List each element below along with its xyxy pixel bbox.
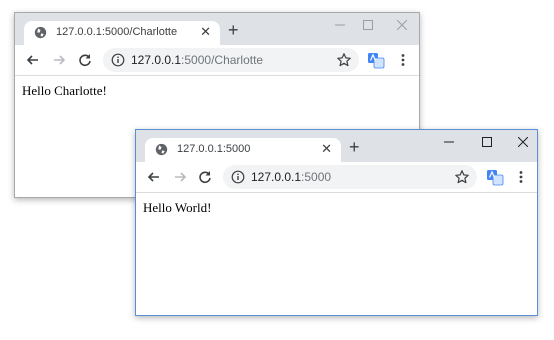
forward-arrow-icon[interactable] — [51, 52, 67, 68]
minimize-button[interactable] — [436, 133, 464, 151]
star-icon[interactable] — [336, 52, 352, 68]
maximize-button[interactable] — [355, 16, 383, 34]
minimize-icon — [444, 141, 454, 143]
star-icon[interactable] — [454, 169, 470, 185]
reload-icon[interactable] — [197, 169, 213, 185]
tab-title: 127.0.0.1:5000/Charlotte — [56, 26, 178, 38]
url-path: :5000/Charlotte — [181, 53, 264, 67]
info-icon[interactable] — [231, 170, 245, 184]
url-host: 127.0.0.1 — [251, 170, 302, 184]
new-tab-button[interactable]: + — [349, 138, 360, 156]
minimize-icon — [335, 24, 345, 26]
toolbar: 127.0.0.1:5000 — [136, 162, 537, 193]
new-tab-button[interactable]: + — [228, 21, 239, 39]
address-bar[interactable]: 127.0.0.1:5000 — [223, 165, 477, 189]
address-bar[interactable]: 127.0.0.1:5000/Charlotte — [103, 48, 359, 72]
url-host: 127.0.0.1 — [131, 53, 182, 67]
tab-charlotte[interactable]: 127.0.0.1:5000/Charlotte ✕ — [24, 21, 220, 45]
page-content-text: Hello Charlotte! — [22, 83, 107, 98]
tab-root[interactable]: 127.0.0.1:5000 ✕ — [145, 138, 341, 162]
globe-icon — [155, 143, 168, 156]
url-text[interactable]: 127.0.0.1:5000 — [251, 170, 331, 184]
close-window-button[interactable] — [389, 16, 417, 34]
maximize-icon — [482, 137, 492, 147]
url-text[interactable]: 127.0.0.1:5000/Charlotte — [131, 53, 263, 67]
url-path: :5000 — [301, 170, 332, 184]
translate-extension-icon[interactable] — [486, 168, 504, 186]
maximize-icon — [363, 20, 373, 30]
kebab-menu-icon[interactable] — [395, 52, 411, 68]
globe-icon — [34, 26, 47, 39]
forward-arrow-icon[interactable] — [172, 169, 188, 185]
translate-extension-icon[interactable] — [367, 51, 385, 69]
title-bar: 127.0.0.1:5000 ✕ + — [136, 130, 537, 162]
close-window-button[interactable] — [510, 133, 538, 151]
minimize-button[interactable] — [327, 16, 355, 34]
back-arrow-icon[interactable] — [25, 52, 41, 68]
toolbar: 127.0.0.1:5000/Charlotte — [15, 45, 419, 76]
close-icon — [397, 20, 407, 30]
kebab-menu-icon[interactable] — [513, 169, 529, 185]
tab-close-button[interactable]: ✕ — [321, 142, 332, 156]
reload-icon[interactable] — [77, 52, 93, 68]
close-icon — [518, 137, 528, 147]
browser-window-front[interactable]: 127.0.0.1:5000 ✕ + 127.0.0.1:5000 Hello … — [135, 129, 538, 316]
tab-title: 127.0.0.1:5000 — [177, 143, 251, 155]
info-icon[interactable] — [111, 53, 125, 67]
back-arrow-icon[interactable] — [146, 169, 162, 185]
maximize-button[interactable] — [474, 133, 502, 151]
tab-close-button[interactable]: ✕ — [200, 25, 211, 39]
title-bar: 127.0.0.1:5000/Charlotte ✕ + — [15, 13, 419, 45]
page-content-text: Hello World! — [143, 200, 212, 215]
